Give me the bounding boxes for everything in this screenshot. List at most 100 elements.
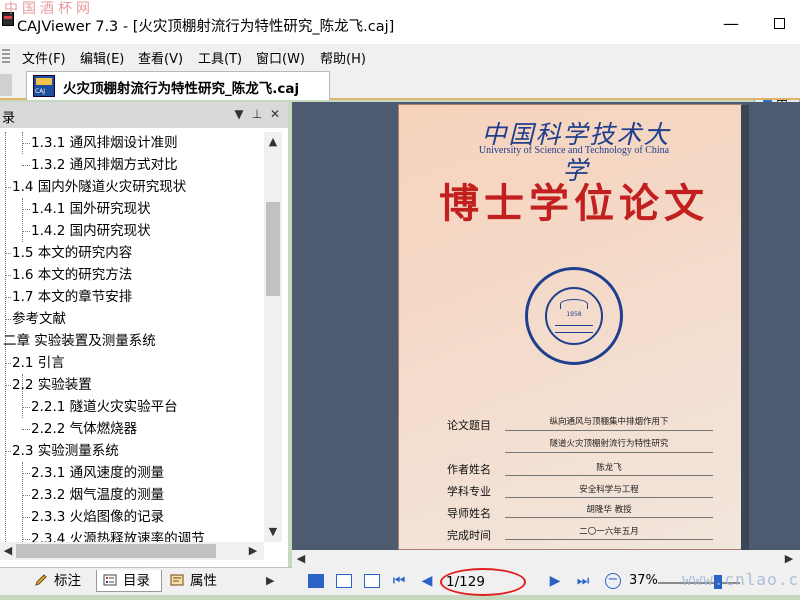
menu-file[interactable]: 文件(F) (22, 48, 66, 67)
toc-item[interactable]: 1.3.1 通风排烟设计准则 (0, 132, 264, 154)
scroll-left-icon[interactable]: ◀ (1, 543, 15, 559)
side-panel-tabs: 标注 目录 属性 ▶ (0, 567, 292, 595)
document-page: 中国科学技术大学 University of Science and Techn… (398, 104, 749, 551)
field-value-author: 陈龙飞 (596, 463, 622, 473)
seal-year: 1958 (566, 311, 582, 318)
toc-item[interactable]: 1.4 国内外隧道火灾研究现状 (0, 176, 264, 198)
toc-item[interactable]: 2.3.3 火焰图像的记录 (0, 506, 264, 528)
last-page-button[interactable]: ⏭ (574, 572, 592, 590)
university-name-en: University of Science and Technology of … (478, 145, 670, 156)
toc-item[interactable]: 1.4.2 国内研究现状 (0, 220, 264, 242)
list-icon (103, 572, 117, 586)
panel-tabs-next-icon[interactable]: ▶ (266, 574, 276, 588)
close-icon[interactable]: ✕ (268, 106, 282, 122)
toc-vertical-scrollbar[interactable]: ▲ ▼ (264, 132, 282, 542)
single-page-view-button[interactable] (306, 572, 326, 590)
field-label-date: 完成时间 (447, 529, 491, 542)
scroll-right-icon[interactable]: ▶ (782, 551, 796, 567)
thesis-type-title: 博士学位论文 (439, 180, 709, 227)
document-tab-label: 火灾顶棚射流行为特性研究_陈龙飞.caj (63, 81, 300, 97)
bottom-toolbar: ◀ ▶ ⏮ ◀ 1/129 ▶ ⏭ − 37% www.cnlao.com (292, 550, 800, 596)
toc-item[interactable]: 2.2.1 隧道火灾实验平台 (0, 396, 264, 418)
toc-panel: 录 ▼ ⊥ ✕ 1.3.1 通风排烟设计准则 1.3.2 通风排烟方式对比 1.… (0, 102, 288, 567)
scroll-thumb[interactable] (16, 544, 216, 558)
title-bar: 中国酒杯网 CAJViewer 7.3 - [火灾顶棚射流行为特性研究_陈龙飞.… (0, 0, 800, 44)
chevron-down-icon[interactable]: ▼ (232, 106, 246, 122)
toc-item[interactable]: 1.4.1 国外研究现状 (0, 198, 264, 220)
previous-page-button[interactable]: ◀ (418, 572, 436, 590)
first-page-button[interactable]: ⏮ (390, 572, 408, 590)
zoom-out-button[interactable]: − (605, 573, 621, 589)
toc-item[interactable]: 二章 实验装置及测量系统 (0, 330, 264, 352)
menu-bar: 文件(F) 编辑(E) 查看(V) 工具(T) 窗口(W) 帮助(H) 中 (0, 44, 800, 110)
properties-icon (170, 572, 184, 586)
continuous-view-button[interactable] (334, 572, 354, 590)
toc-header: 录 ▼ ⊥ ✕ (0, 102, 288, 128)
maximize-button[interactable] (764, 12, 794, 36)
maximize-icon (773, 18, 785, 29)
toc-item[interactable]: 2.2.2 气体燃烧器 (0, 418, 264, 440)
scroll-right-icon[interactable]: ▶ (246, 543, 260, 559)
bottom-right-watermark: www.cnlao.com (682, 570, 800, 589)
tab-scroll-handle[interactable] (0, 74, 12, 96)
scroll-thumb[interactable] (266, 202, 280, 296)
toc-item[interactable]: 1.3.2 通风排烟方式对比 (0, 154, 264, 176)
menu-help[interactable]: 帮助(H) (320, 48, 366, 67)
scroll-down-icon[interactable]: ▼ (266, 524, 280, 540)
university-seal-icon: 1958 (525, 267, 623, 365)
field-label-advisor: 导师姓名 (447, 507, 491, 520)
field-underline (505, 539, 713, 540)
toc-item[interactable]: 2.1 引言 (0, 352, 264, 374)
toc-item[interactable]: 1.6 本文的研究方法 (0, 264, 264, 286)
page-number-input[interactable]: 1/129 (444, 572, 520, 592)
toc-header-label: 录 (2, 111, 16, 126)
field-label-major: 学科专业 (447, 485, 491, 498)
menu-edit[interactable]: 编辑(E) (80, 48, 124, 67)
toc-item[interactable]: 2.3.1 通风速度的测量 (0, 462, 264, 484)
field-underline (505, 517, 713, 518)
toc-tree: 1.3.1 通风排烟设计准则 1.3.2 通风排烟方式对比 1.4 国内外隧道火… (0, 132, 264, 542)
pin-icon[interactable]: ⊥ (250, 106, 264, 122)
field-value-title-line1: 纵向通风与顶棚集中排烟作用下 (549, 417, 669, 427)
tab-toc[interactable]: 目录 (96, 570, 162, 592)
document-tab-bar: CAJ 火灾顶棚射流行为特性研究_陈龙飞.caj (0, 68, 800, 100)
field-value-title-line2: 隧道火灾顶棚射流行为特性研究 (549, 439, 669, 449)
toc-horizontal-scrollbar[interactable]: ◀ ▶ (0, 542, 264, 560)
facing-page-icon (364, 574, 380, 588)
toc-item[interactable]: 2.2 实验装置 (0, 374, 264, 396)
menu-window[interactable]: 窗口(W) (256, 48, 305, 67)
field-underline (505, 430, 713, 431)
tab-properties[interactable]: 属性 (170, 570, 217, 592)
field-underline (505, 497, 713, 498)
window-title: CAJViewer 7.3 - [火灾顶棚射流行为特性研究_陈龙飞.caj] (17, 19, 395, 35)
next-page-button[interactable]: ▶ (546, 572, 564, 590)
menu-grip-icon[interactable] (2, 47, 12, 65)
tab-toc-label: 目录 (123, 573, 150, 589)
viewer-horizontal-scrollbar[interactable]: ◀ ▶ (292, 550, 800, 568)
toc-item[interactable]: 2.3.4 火源热释放速率的调节 (0, 528, 264, 542)
toc-item[interactable]: 1.7 本文的章节安排 (0, 286, 264, 308)
tab-annotations-label: 标注 (54, 573, 81, 589)
toc-item[interactable]: 1.5 本文的研究内容 (0, 242, 264, 264)
document-viewer[interactable]: 中国科学技术大学 University of Science and Techn… (292, 102, 800, 551)
continuous-page-icon (336, 574, 352, 588)
menu-view[interactable]: 查看(V) (138, 48, 183, 67)
scroll-up-icon[interactable]: ▲ (266, 134, 280, 150)
caj-file-icon: CAJ (33, 75, 55, 97)
field-label-title: 论文题目 (447, 419, 491, 432)
field-value-date: 二〇一六年五月 (579, 527, 639, 537)
field-underline (505, 475, 713, 476)
field-value-advisor: 胡隆华 教授 (586, 505, 632, 515)
facing-view-button[interactable] (362, 572, 382, 590)
toc-item[interactable]: 2.3 实验测量系统 (0, 440, 264, 462)
zoom-level: 37% (629, 573, 658, 588)
toc-item[interactable]: 参考文献 (0, 308, 264, 330)
toc-item[interactable]: 2.3.2 烟气温度的测量 (0, 484, 264, 506)
tab-annotations[interactable]: 标注 (34, 570, 81, 592)
single-page-icon (308, 574, 324, 588)
pencil-icon (34, 572, 48, 586)
scroll-left-icon[interactable]: ◀ (294, 551, 308, 567)
document-tab[interactable]: CAJ 火灾顶棚射流行为特性研究_陈龙飞.caj (26, 71, 330, 100)
minimize-button[interactable]: — (716, 12, 746, 36)
menu-tools[interactable]: 工具(T) (198, 48, 242, 67)
